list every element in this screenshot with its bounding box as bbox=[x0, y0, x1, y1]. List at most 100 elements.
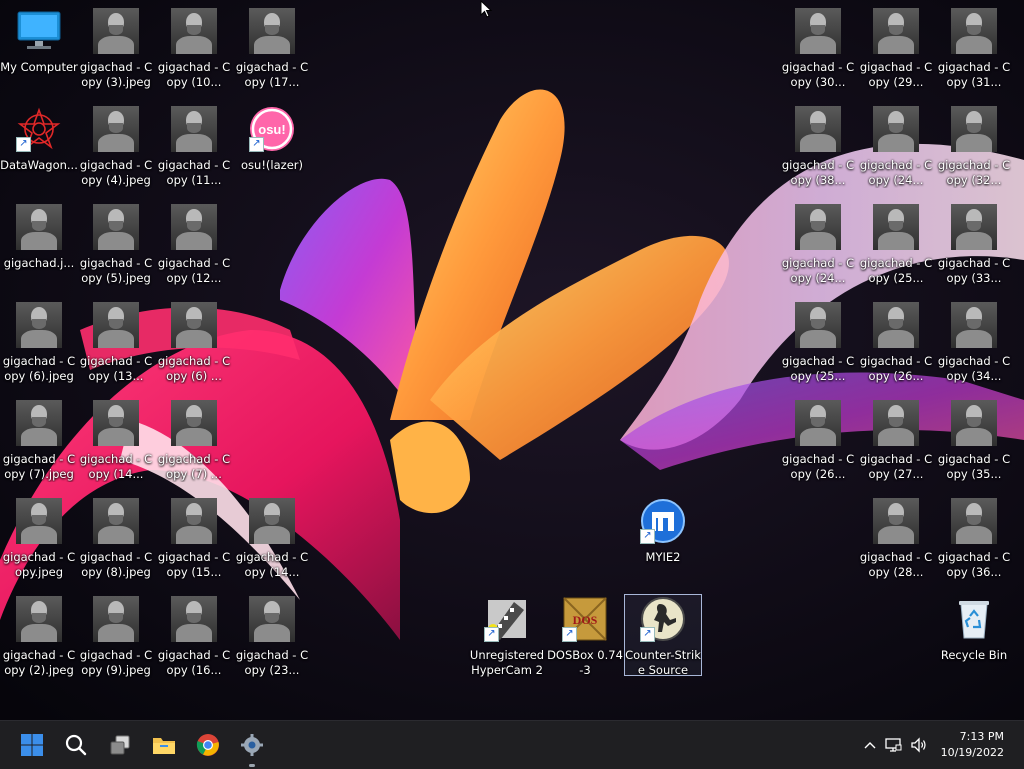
file-gigachad-copy-12[interactable]: gigachad - Copy (12... bbox=[155, 198, 233, 294]
search-button[interactable] bbox=[60, 729, 92, 761]
image-thumbnail-icon bbox=[873, 498, 919, 544]
file-gigachad-copy-5[interactable]: gigachad - Copy (5).jpeg bbox=[77, 198, 155, 294]
file-gigachad-copy-26-dup[interactable]: gigachad - Copy (26... bbox=[857, 296, 935, 392]
file-gigachad-copy-27[interactable]: gigachad - Copy (27... bbox=[857, 394, 935, 490]
icon-label: gigachad - Copy (32... bbox=[937, 158, 1011, 187]
settings-gear-icon bbox=[241, 734, 263, 756]
show-hidden-icons-button[interactable] bbox=[860, 741, 880, 749]
file-gigachad-copy-14[interactable]: gigachad - Copy (14... bbox=[77, 394, 155, 490]
icon-label: gigachad - Copy (9).jpeg bbox=[79, 648, 153, 677]
file-gigachad-copy-33[interactable]: gigachad - Copy (33... bbox=[935, 198, 1013, 294]
recycle-bin[interactable]: Recycle Bin bbox=[935, 590, 1013, 686]
my-computer-shortcut[interactable]: My Computer bbox=[0, 2, 78, 98]
file-gigachad-copy-29[interactable]: gigachad - Copy (29... bbox=[857, 2, 935, 98]
file-gigachad-copy-38[interactable]: gigachad - Copy (38... bbox=[779, 100, 857, 196]
file-gigachad-copy-6[interactable]: gigachad - Copy (6).jpeg bbox=[0, 296, 78, 392]
file-gigachad-copy-4[interactable]: gigachad - Copy (4).jpeg bbox=[77, 100, 155, 196]
file-gigachad-copy-6-dup[interactable]: gigachad - Copy (6) ... bbox=[155, 296, 233, 392]
icon-label: gigachad - Copy (26... bbox=[781, 452, 855, 481]
image-thumbnail-icon bbox=[951, 8, 997, 54]
datawagon-icon: ↗ bbox=[16, 106, 62, 152]
chrome-icon bbox=[196, 734, 219, 756]
computer-monitor-icon bbox=[16, 8, 62, 54]
file-gigachad-copy-8[interactable]: gigachad - Copy (8).jpeg bbox=[77, 492, 155, 588]
osu-logo-text: osu! bbox=[258, 122, 285, 137]
file-gigachad-copy-30[interactable]: gigachad - Copy (30... bbox=[779, 2, 857, 98]
icon-label: osu!(lazer) bbox=[241, 158, 303, 172]
chevron-up-icon bbox=[864, 742, 876, 749]
image-thumbnail-icon bbox=[873, 106, 919, 152]
file-gigachad-copy-28[interactable]: gigachad - Copy (28... bbox=[857, 492, 935, 588]
volume-button[interactable] bbox=[906, 737, 932, 753]
file-gigachad-copy-11[interactable]: gigachad - Copy (11... bbox=[155, 100, 233, 196]
icon-label: gigachad - Copy (38... bbox=[781, 158, 855, 187]
shortcut-arrow-icon: ↗ bbox=[640, 627, 655, 642]
hypercam-shortcut[interactable]: ↗ Unregistered HyperCam 2 bbox=[468, 590, 546, 686]
file-gigachad-copy-25[interactable]: gigachad - Copy (25... bbox=[779, 296, 857, 392]
osu-lazer-shortcut[interactable]: osu! ↗ osu!(lazer) bbox=[233, 100, 311, 196]
file-gigachad-copy-13[interactable]: gigachad - Copy (13... bbox=[77, 296, 155, 392]
taskbar: 7:13 PM 10/19/2022 bbox=[0, 720, 1024, 769]
icon-label: gigachad - Copy (23... bbox=[235, 648, 309, 677]
file-gigachad-copy-9[interactable]: gigachad - Copy (9).jpeg bbox=[77, 590, 155, 686]
icon-label: gigachad - Copy (25... bbox=[859, 256, 933, 285]
myie2-shortcut[interactable]: ↗ MYIE2 bbox=[624, 492, 702, 588]
file-gigachad-copy-3[interactable]: gigachad - Copy (3).jpeg bbox=[77, 2, 155, 98]
counter-strike-source-shortcut[interactable]: ↗ Counter-Strike Source bbox=[624, 594, 702, 676]
datawagon-shortcut[interactable]: ↗ DataWagon... bbox=[0, 100, 78, 196]
icon-label: gigachad - Copy (14... bbox=[235, 550, 309, 579]
image-thumbnail-icon bbox=[171, 106, 217, 152]
image-thumbnail-icon bbox=[873, 204, 919, 250]
network-button[interactable] bbox=[880, 737, 906, 753]
icon-label: gigachad - Copy.jpeg bbox=[2, 550, 76, 579]
file-gigachad-copy-34[interactable]: gigachad - Copy (34... bbox=[935, 296, 1013, 392]
icon-label: gigachad - Copy (10... bbox=[157, 60, 231, 89]
file-gigachad-copy-36[interactable]: gigachad - Copy (36... bbox=[935, 492, 1013, 588]
shortcut-arrow-icon: ↗ bbox=[484, 627, 499, 642]
icon-label: gigachad - Copy (6).jpeg bbox=[2, 354, 76, 383]
file-gigachad-copy-17[interactable]: gigachad - Copy (17... bbox=[233, 2, 311, 98]
file-gigachad-copy-35[interactable]: gigachad - Copy (35... bbox=[935, 394, 1013, 490]
file-gigachad-copy[interactable]: gigachad - Copy.jpeg bbox=[0, 492, 78, 588]
settings-button[interactable] bbox=[236, 729, 268, 767]
image-thumbnail-icon bbox=[93, 302, 139, 348]
file-gigachad-copy-10[interactable]: gigachad - Copy (10... bbox=[155, 2, 233, 98]
task-view-button[interactable] bbox=[104, 729, 136, 761]
counter-strike-icon: ↗ bbox=[640, 596, 686, 642]
file-explorer-button[interactable] bbox=[148, 729, 180, 761]
chrome-button[interactable] bbox=[192, 729, 224, 761]
icon-label: DOSBox 0.74-3 bbox=[547, 648, 623, 677]
clock[interactable]: 7:13 PM 10/19/2022 bbox=[934, 729, 1004, 761]
image-thumbnail-icon bbox=[16, 204, 62, 250]
image-thumbnail-icon bbox=[795, 400, 841, 446]
file-gigachad-copy-24[interactable]: gigachad - Copy (24... bbox=[779, 198, 857, 294]
file-gigachad-copy-23[interactable]: gigachad - Copy (23... bbox=[233, 590, 311, 686]
icon-label: Recycle Bin bbox=[940, 648, 1008, 662]
dosbox-logo-text: DOS bbox=[573, 613, 598, 627]
file-gigachad-copy-15[interactable]: gigachad - Copy (15... bbox=[155, 492, 233, 588]
image-thumbnail-icon bbox=[951, 106, 997, 152]
file-gigachad-copy-7-dup[interactable]: gigachad - Copy (7) ... bbox=[155, 394, 233, 490]
file-gigachad-copy-2[interactable]: gigachad - Copy (2).jpeg bbox=[0, 590, 78, 686]
file-gigachad-copy-31[interactable]: gigachad - Copy (31... bbox=[935, 2, 1013, 98]
file-gigachad-copy-16[interactable]: gigachad - Copy (16... bbox=[155, 590, 233, 686]
dosbox-shortcut[interactable]: DOS ↗ DOSBox 0.74-3 bbox=[546, 590, 624, 686]
shortcut-arrow-icon: ↗ bbox=[640, 529, 655, 544]
file-gigachad-copy-32[interactable]: gigachad - Copy (32... bbox=[935, 100, 1013, 196]
icon-label: gigachad - Copy (27... bbox=[859, 452, 933, 481]
image-thumbnail-icon bbox=[795, 204, 841, 250]
file-gigachad-copy-7[interactable]: gigachad - Copy (7).jpeg bbox=[0, 394, 78, 490]
icon-label: gigachad - Copy (8).jpeg bbox=[79, 550, 153, 579]
icon-label: gigachad - Copy (7).jpeg bbox=[2, 452, 76, 481]
file-gigachad-copy-14-dup[interactable]: gigachad - Copy (14... bbox=[233, 492, 311, 588]
osu-icon: osu! ↗ bbox=[249, 106, 295, 152]
system-tray bbox=[860, 721, 940, 769]
image-thumbnail-icon bbox=[93, 498, 139, 544]
file-gigachad-jpeg[interactable]: gigachad.j... bbox=[0, 198, 78, 294]
icon-label: gigachad - Copy (28... bbox=[859, 550, 933, 579]
file-gigachad-copy-25-dup[interactable]: gigachad - Copy (25... bbox=[857, 198, 935, 294]
file-gigachad-copy-24-dup[interactable]: gigachad - Copy (24... bbox=[857, 100, 935, 196]
icon-label: gigachad - Copy (12... bbox=[157, 256, 231, 285]
file-gigachad-copy-26[interactable]: gigachad - Copy (26... bbox=[779, 394, 857, 490]
start-button[interactable] bbox=[16, 729, 48, 761]
